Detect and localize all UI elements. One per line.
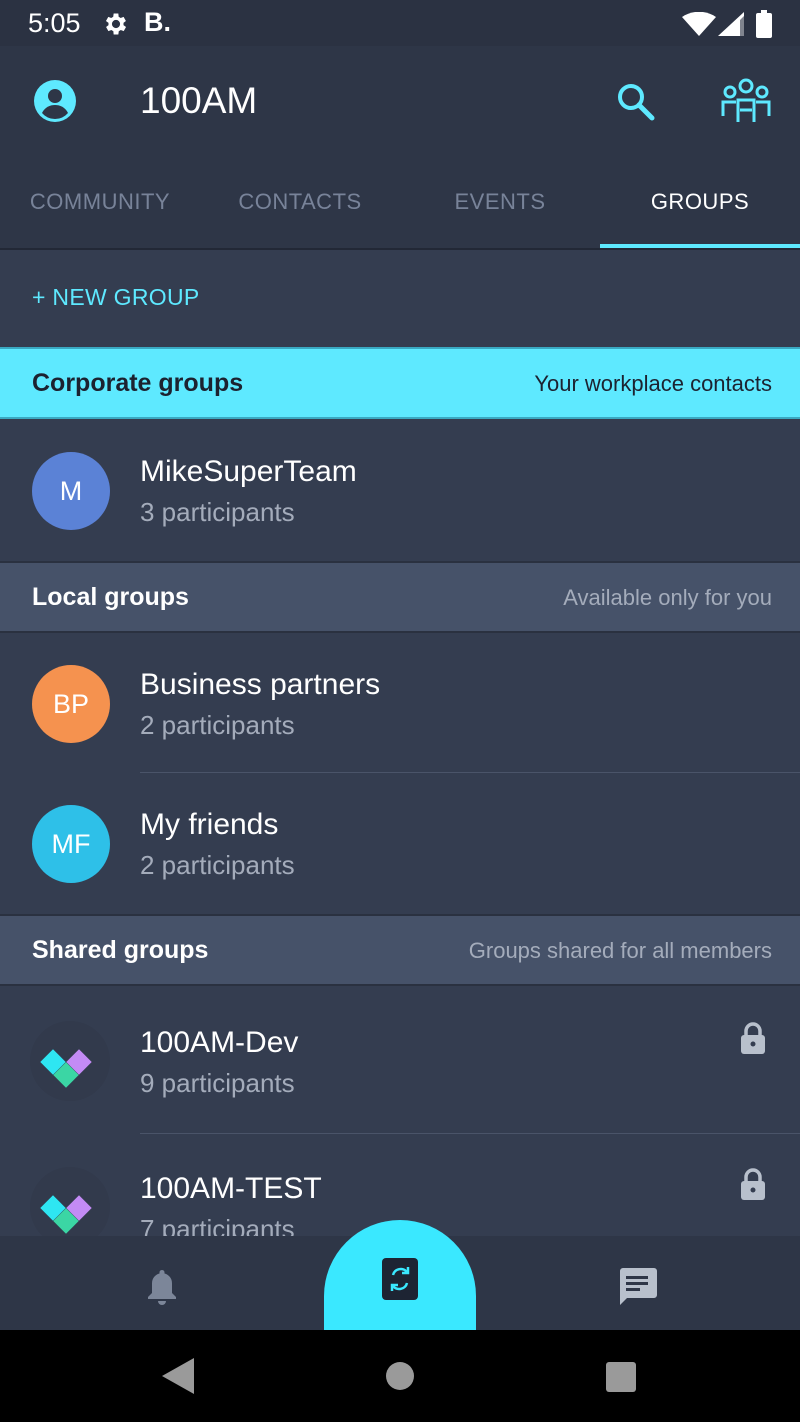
people-group-icon[interactable]: [720, 76, 772, 124]
section-header-corporate: Corporate groups Your workplace contacts: [0, 347, 800, 419]
section-title: Shared groups: [32, 936, 209, 964]
group-participants: 3 participants: [140, 497, 295, 527]
tab-groups[interactable]: GROUPS: [600, 172, 800, 248]
wifi-icon: [682, 12, 716, 36]
group-participants: 9 participants: [140, 1068, 295, 1098]
avatar: M: [32, 452, 110, 530]
group-name: MikeSuperTeam: [140, 455, 357, 488]
gear-icon: [105, 13, 127, 35]
system-navigation-bar: [0, 1330, 800, 1422]
back-icon[interactable]: [162, 1358, 194, 1394]
battery-icon: [756, 10, 772, 38]
tab-events[interactable]: EVENTS: [400, 172, 600, 248]
status-time: 5:05: [28, 8, 81, 38]
recents-icon[interactable]: [606, 1362, 636, 1392]
tab-community[interactable]: COMMUNITY: [0, 172, 200, 248]
group-name: 100AM-Dev: [140, 1026, 299, 1059]
section-header-local: Local groups Available only for you: [0, 561, 800, 633]
search-icon[interactable]: [614, 80, 658, 124]
section-subtitle: Your workplace contacts: [534, 371, 772, 396]
group-name: Business partners: [140, 668, 381, 701]
lock-icon: [741, 1168, 765, 1200]
100am-logo-icon: [30, 1021, 110, 1101]
signal-icon: [718, 12, 744, 36]
avatar: MF: [32, 805, 110, 883]
app-bar: 100AM COMMUNITY CONTACTS EVENTS GROUPS: [0, 46, 800, 250]
group-participants: 2 participants: [140, 710, 295, 740]
avatar: BP: [32, 665, 110, 743]
tab-contacts[interactable]: CONTACTS: [200, 172, 400, 248]
section-subtitle: Available only for you: [563, 585, 772, 610]
section-title: Corporate groups: [32, 369, 244, 397]
bell-icon[interactable]: [144, 1268, 180, 1306]
status-bar: 5:05 B.: [0, 0, 800, 46]
group-participants: 7 participants: [140, 1214, 295, 1236]
group-row-mikesuperteam[interactable]: M MikeSuperTeam 3 participants: [0, 421, 800, 561]
app-title: 100AM: [140, 80, 258, 121]
group-row-100am-dev[interactable]: 100AM-Dev 9 participants: [0, 988, 800, 1128]
sync-icon: [382, 1258, 418, 1300]
group-row-business-partners[interactable]: BP Business partners 2 participants: [0, 633, 800, 773]
notification-letter: B.: [144, 7, 171, 37]
chat-icon[interactable]: [616, 1266, 658, 1306]
group-participants: 2 participants: [140, 850, 295, 880]
profile-icon[interactable]: [34, 80, 76, 122]
section-header-shared: Shared groups Groups shared for all memb…: [0, 914, 800, 986]
100am-logo-icon: [30, 1167, 110, 1236]
lock-icon: [741, 1022, 765, 1054]
section-subtitle: Groups shared for all members: [468, 938, 772, 963]
group-name: 100AM-TEST: [140, 1172, 322, 1205]
group-row-my-friends[interactable]: MF My friends 2 participants: [0, 773, 800, 913]
group-name: My friends: [140, 808, 279, 841]
tab-bar: COMMUNITY CONTACTS EVENTS GROUPS: [0, 172, 800, 248]
home-icon[interactable]: [386, 1362, 414, 1390]
section-title: Local groups: [32, 583, 189, 611]
new-group-button[interactable]: + NEW GROUP: [32, 284, 200, 311]
